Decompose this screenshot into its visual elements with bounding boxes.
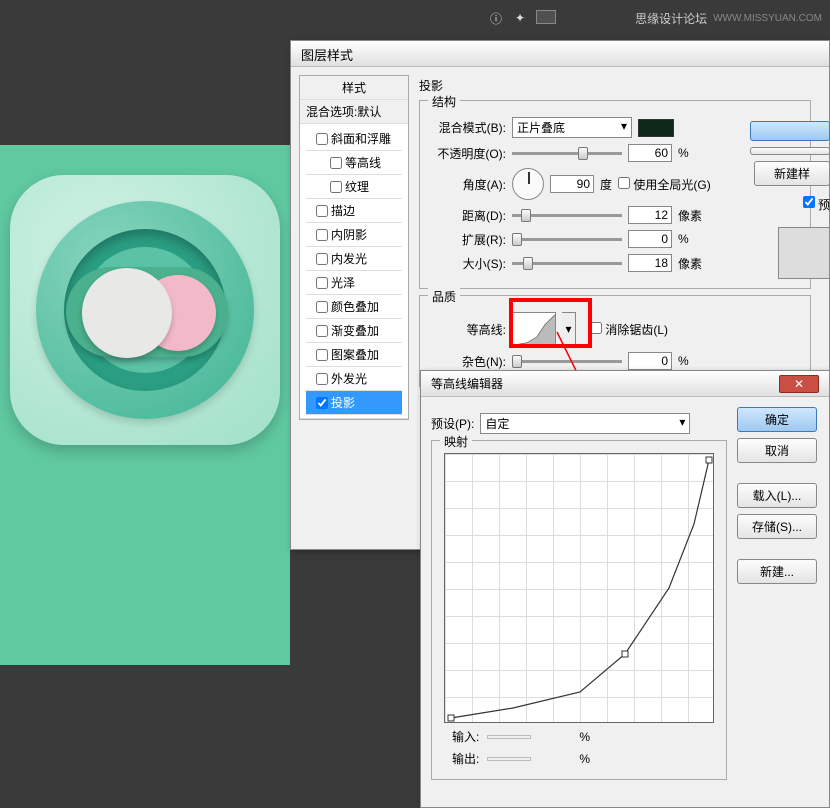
contour-curve[interactable] — [444, 453, 714, 723]
chevron-down-icon: ▾ — [679, 415, 685, 432]
switch-knob-white — [82, 268, 172, 358]
contour-dropdown[interactable]: ▾ — [562, 312, 576, 346]
antialias-check[interactable]: 消除锯齿(L) — [590, 321, 668, 338]
load-button[interactable]: 载入(L)... — [737, 483, 817, 508]
save-button[interactable]: 存储(S)... — [737, 514, 817, 539]
preset-value: 自定 — [485, 415, 509, 432]
preview-check[interactable]: 预 — [803, 196, 830, 213]
opacity-slider[interactable] — [512, 152, 622, 155]
cancel-button[interactable]: 取消 — [737, 438, 817, 463]
style-item-渐变叠加[interactable]: 渐变叠加 — [306, 319, 402, 343]
wand-icon[interactable]: ✦ — [512, 10, 528, 26]
noise-slider[interactable] — [512, 360, 622, 363]
spread-label: 扩展(R): — [430, 231, 506, 248]
style-item-纹理[interactable]: 纹理 — [306, 175, 402, 199]
shadow-color-swatch[interactable] — [638, 119, 674, 137]
preset-label: 预设(P): — [431, 415, 474, 432]
preview-swatch — [778, 227, 830, 279]
quality-group-title: 品质 — [428, 288, 460, 305]
opacity-input[interactable]: 60 — [628, 144, 672, 162]
blend-mode-value: 正片叠底 — [517, 119, 565, 136]
size-input[interactable]: 18 — [628, 254, 672, 272]
shadow-section-title: 投影 — [419, 77, 811, 94]
switch-icon-art — [10, 175, 280, 445]
percent-unit5: % — [579, 752, 590, 766]
brand-text: 思缘设计论坛 — [635, 10, 707, 27]
percent-unit4: % — [579, 730, 590, 744]
style-item-内阴影[interactable]: 内阴影 — [306, 223, 402, 247]
ok-button[interactable]: 确定 — [737, 407, 817, 432]
blend-options[interactable]: 混合选项:默认 — [300, 100, 408, 124]
ok-button-cut[interactable] — [750, 121, 830, 141]
mapping-group: 映射 输入: % 输出: — [431, 440, 727, 780]
size-slider[interactable] — [512, 262, 622, 265]
style-item-颜色叠加[interactable]: 颜色叠加 — [306, 295, 402, 319]
px-unit: 像素 — [678, 207, 702, 224]
global-light-check[interactable]: 使用全局光(G) — [618, 176, 711, 193]
global-light-label: 使用全局光(G) — [633, 178, 710, 192]
input-label: 输入: — [452, 728, 479, 745]
style-list: 样式 混合选项:默认 斜面和浮雕 等高线 纹理 描边 内阴影 内发光 光泽 颜色… — [299, 75, 409, 420]
styles-header[interactable]: 样式 — [300, 76, 408, 100]
cancel-button-cut[interactable] — [750, 147, 830, 155]
size-label: 大小(S): — [430, 255, 506, 272]
top-icons: ⓘ ✦ — [488, 10, 556, 26]
style-item-图案叠加[interactable]: 图案叠加 — [306, 343, 402, 367]
noise-input[interactable]: 0 — [628, 352, 672, 370]
canvas — [0, 145, 290, 665]
opacity-label: 不透明度(O): — [430, 145, 506, 162]
preset-select[interactable]: 自定 ▾ — [480, 413, 690, 434]
info-icon[interactable]: ⓘ — [488, 10, 504, 26]
layer-style-title[interactable]: 图层样式 — [291, 41, 829, 67]
new-style-button[interactable]: 新建样 — [754, 161, 830, 186]
mapping-title: 映射 — [440, 433, 472, 450]
distance-input[interactable]: 12 — [628, 206, 672, 224]
style-item-光泽[interactable]: 光泽 — [306, 271, 402, 295]
output-label: 输出: — [452, 750, 479, 767]
contour-label: 等高线: — [430, 321, 506, 338]
blend-mode-label: 混合模式(B): — [430, 119, 506, 136]
style-item-描边[interactable]: 描边 — [306, 199, 402, 223]
px-unit2: 像素 — [678, 255, 702, 272]
angle-label: 角度(A): — [430, 176, 506, 193]
distance-label: 距离(D): — [430, 207, 506, 224]
distance-slider[interactable] — [512, 214, 622, 217]
contour-picker[interactable] — [512, 312, 556, 346]
angle-dial[interactable] — [512, 168, 544, 200]
style-item-斜面和浮雕[interactable]: 斜面和浮雕 — [306, 127, 402, 151]
new-button[interactable]: 新建... — [737, 559, 817, 584]
percent-unit3: % — [678, 354, 689, 368]
brand-url: WWW.MISSYUAN.COM — [713, 13, 822, 24]
spread-input[interactable]: 0 — [628, 230, 672, 248]
output-field[interactable] — [487, 757, 531, 761]
style-item-内发光[interactable]: 内发光 — [306, 247, 402, 271]
chevron-down-icon: ▾ — [621, 119, 627, 136]
contour-editor-dialog: 等高线编辑器 ✕ 预设(P): 自定 ▾ 映射 — [420, 370, 830, 808]
contour-editor-title-bar[interactable]: 等高线编辑器 ✕ — [421, 371, 829, 397]
blend-mode-select[interactable]: 正片叠底 ▾ — [512, 117, 632, 138]
spread-slider[interactable] — [512, 238, 622, 241]
style-item-等高线[interactable]: 等高线 — [306, 151, 402, 175]
percent-unit: % — [678, 146, 689, 160]
noise-label: 杂色(N): — [430, 353, 506, 370]
style-item-投影[interactable]: 投影 — [306, 391, 402, 415]
app-top-bar: ⓘ ✦ 思缘设计论坛 WWW.MISSYUAN.COM — [0, 0, 830, 36]
structure-group-title: 结构 — [428, 93, 460, 110]
input-field[interactable] — [487, 735, 531, 739]
percent-unit2: % — [678, 232, 689, 246]
angle-input[interactable]: 90 — [550, 175, 594, 193]
degree-unit: 度 — [600, 176, 612, 193]
contour-editor-title: 等高线编辑器 — [431, 375, 503, 392]
menu-icon[interactable] — [536, 10, 556, 24]
style-item-外发光[interactable]: 外发光 — [306, 367, 402, 391]
preview-label: 预 — [818, 196, 830, 213]
ls-button-column: 新建样 预 — [748, 121, 830, 279]
close-button[interactable]: ✕ — [779, 375, 819, 393]
antialias-label: 消除锯齿(L) — [605, 323, 668, 337]
